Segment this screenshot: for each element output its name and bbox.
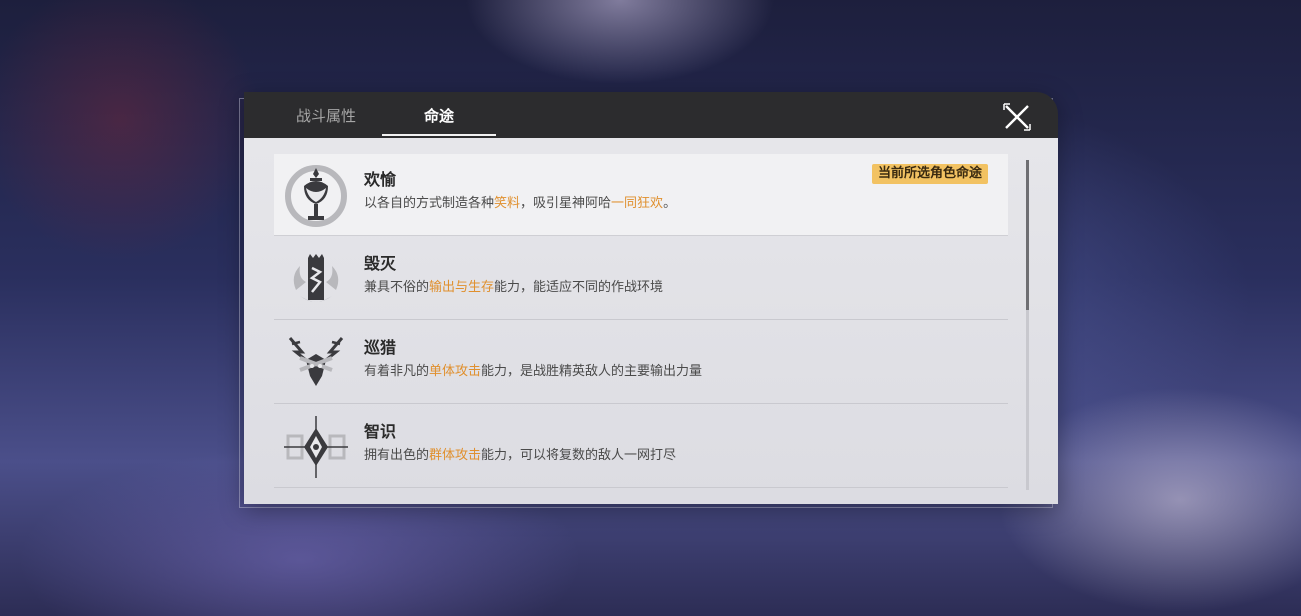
path-name: 欢愉 [364,170,397,189]
description-text: 兼具不俗的 [364,280,430,295]
path-description: 有着非凡的单体攻击能力，是战胜精英敌人的主要输出力量 [364,360,702,379]
description-text: 以各自的方式制造各种 [364,196,495,211]
panel-header: 战斗属性 命途 [244,92,1058,138]
description-text: 有着非凡的 [364,364,430,379]
path-description: 以各自的方式制造各种笑料，吸引星神阿哈一同狂欢。 [364,192,676,211]
path-description: 兼具不俗的输出与生存能力，能适应不同的作战环境 [364,276,663,295]
description-text: 能力，可以将复数的敌人一网打尽 [481,448,677,463]
destruction-path-icon [282,246,350,312]
path-name: 毁灭 [364,254,397,273]
path-row-erudition[interactable]: 智识 拥有出色的群体攻击能力，可以将复数的敌人一网打尽 [274,406,1008,488]
highlighted-keyword: 输出与生存 [429,280,495,295]
path-info-panel: 战斗属性 命途 欢愉 以各自的方式制造各种笑料，吸引星神阿哈一同狂欢。 当前所选… [244,92,1058,504]
highlighted-keyword: 单体攻击 [429,364,482,379]
tab-combat-attributes[interactable]: 战斗属性 [274,92,378,138]
description-text: 。 [663,196,677,211]
path-row-destruction[interactable]: 毁灭 兼具不俗的输出与生存能力，能适应不同的作战环境 [274,238,1008,320]
tab-path[interactable]: 命途 [382,92,496,138]
path-description: 拥有出色的群体攻击能力，可以将复数的敌人一网打尽 [364,444,676,463]
hunt-path-icon [282,330,350,396]
close-x-icon [1003,103,1031,131]
description-text: ，吸引星神阿哈 [520,196,612,211]
highlighted-keyword: 一同狂欢 [611,196,664,211]
current-path-badge: 当前所选角色命途 [872,164,989,184]
elation-path-icon [282,162,350,228]
path-list: 欢愉 以各自的方式制造各种笑料，吸引星神阿哈一同狂欢。 当前所选角色命途 毁灭 … [244,138,1058,504]
description-text: 拥有出色的 [364,448,430,463]
path-name: 智识 [364,422,397,441]
description-text: 能力，能适应不同的作战环境 [494,280,664,295]
highlighted-keyword: 笑料 [494,196,521,211]
description-text: 能力，是战胜精英敌人的主要输出力量 [481,364,703,379]
close-button[interactable] [1000,100,1034,134]
path-row-elation[interactable]: 欢愉 以各自的方式制造各种笑料，吸引星神阿哈一同狂欢。 当前所选角色命途 [274,154,1008,236]
tab-label: 命途 [423,106,454,125]
erudition-path-icon [282,414,350,480]
path-name: 巡猎 [364,338,397,357]
highlighted-keyword: 群体攻击 [429,448,482,463]
tab-label: 战斗属性 [295,106,356,125]
active-tab-underline [382,134,496,136]
scrollbar-thumb[interactable] [1026,160,1029,310]
path-row-hunt[interactable]: 巡猎 有着非凡的单体攻击能力，是战胜精英敌人的主要输出力量 [274,322,1008,404]
